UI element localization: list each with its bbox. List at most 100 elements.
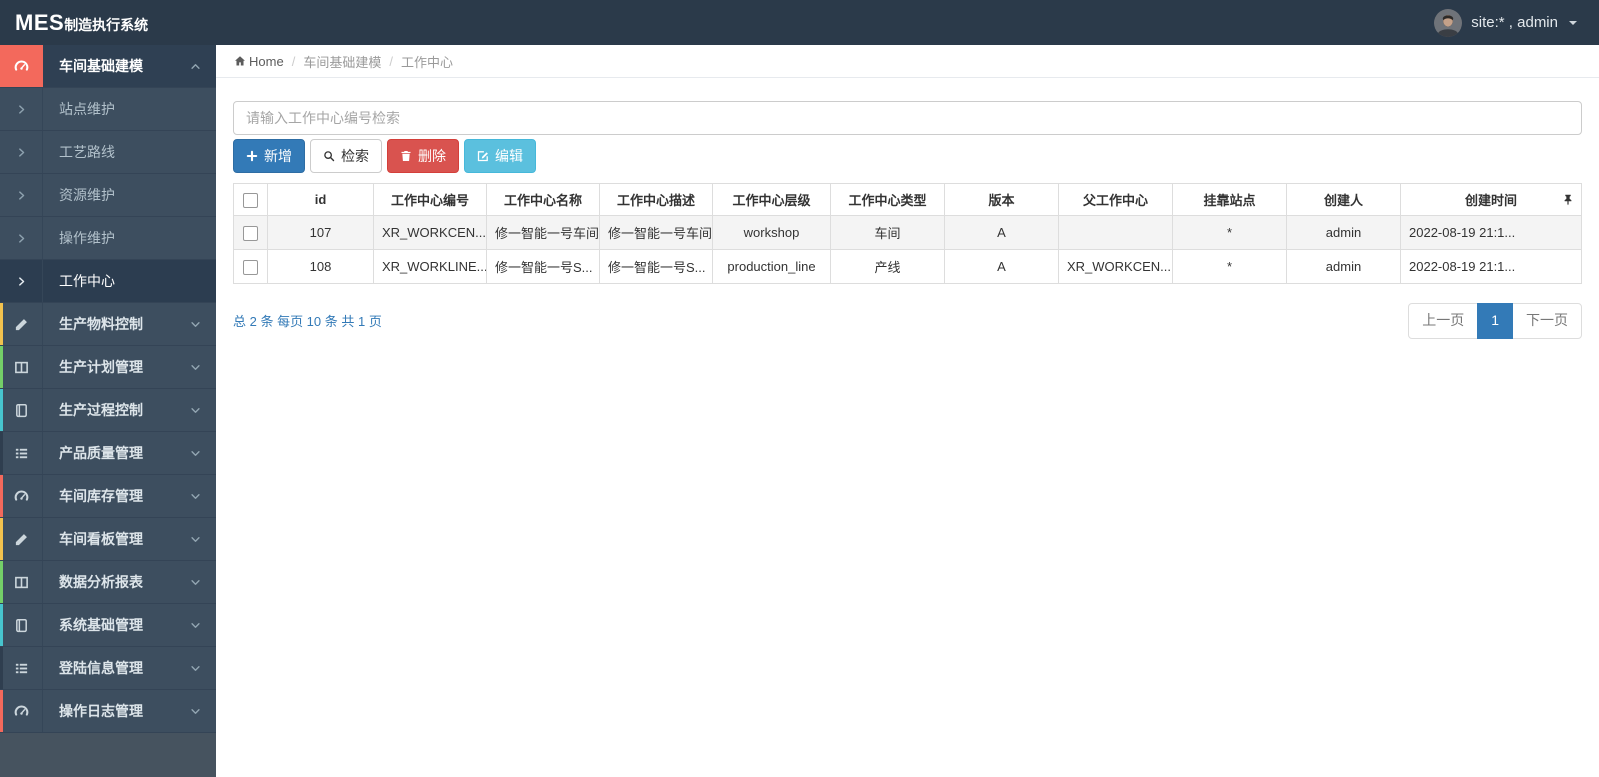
sidebar-group-workshop-modeling[interactable]: 车间基础建模 xyxy=(0,45,216,88)
pagination-bar: 总 2 条 每页 10 条 共 1 页 上一页 1 下一页 xyxy=(233,303,1582,339)
columns-icon xyxy=(0,561,43,603)
sidebar-group-data-analysis[interactable]: 数据分析报表 xyxy=(0,561,216,604)
delete-button[interactable]: 删除 xyxy=(387,139,459,173)
sidebar-group-material-control[interactable]: 生产物料控制 xyxy=(0,303,216,346)
list-icon xyxy=(0,432,43,474)
group-color-strip xyxy=(0,518,3,560)
sidebar-item-operation-maintenance[interactable]: 操作维护 xyxy=(0,217,216,260)
sidebar-group-label: 生产过程控制 xyxy=(59,402,143,418)
group-color-strip xyxy=(0,432,3,474)
cell-id: 107 xyxy=(267,215,374,250)
cell-type: 车间 xyxy=(830,215,945,250)
sidebar-group-label: 车间库存管理 xyxy=(59,488,143,504)
prev-page-button[interactable]: 上一页 xyxy=(1408,303,1479,339)
delete-button-label: 删除 xyxy=(418,148,446,164)
breadcrumb-section-link[interactable]: 车间基础建模 xyxy=(303,52,381,71)
user-menu[interactable]: site:* , admin xyxy=(1434,8,1599,37)
search-button[interactable]: 检索 xyxy=(310,139,382,173)
breadcrumb-current: 工作中心 xyxy=(400,54,453,70)
toolbar: 新增 检索 删除 编辑 xyxy=(233,139,1582,173)
cell-name: 修一智能一号S... xyxy=(486,249,600,284)
edit-button-label: 编辑 xyxy=(495,148,523,164)
edit-icon xyxy=(477,150,489,162)
sidebar-group-process-control[interactable]: 生产过程控制 xyxy=(0,389,216,432)
column-header-creator: 创建人 xyxy=(1286,183,1401,216)
app-logo[interactable]: MES制造执行系统 xyxy=(0,10,216,36)
app-logo-bold: MES xyxy=(15,9,65,35)
sidebar-group-label: 系统基础管理 xyxy=(59,617,143,633)
select-all-checkbox[interactable] xyxy=(243,192,258,208)
column-header-code: 工作中心编号 xyxy=(373,183,487,216)
sidebar-group-label: 登陆信息管理 xyxy=(59,660,143,676)
cell-parent: XR_WORKCEN... xyxy=(1058,249,1173,284)
home-icon xyxy=(234,55,246,67)
breadcrumb: Home / 车间基础建模 / 工作中心 xyxy=(216,45,1599,78)
cell-creator: admin xyxy=(1286,249,1401,284)
select-all-header-cell xyxy=(233,183,268,216)
row-checkbox[interactable] xyxy=(243,259,258,275)
group-color-strip xyxy=(0,303,3,345)
cell-level: production_line xyxy=(712,249,831,284)
cell-site: * xyxy=(1172,249,1287,284)
page-1-button[interactable]: 1 xyxy=(1477,303,1513,339)
sidebar: 车间基础建模 站点维护 工艺路线 资源维护 操作维护 工作中心 生产物料控制 生… xyxy=(0,45,216,777)
row-checkbox[interactable] xyxy=(243,225,258,241)
group-color-strip xyxy=(0,561,3,603)
app-logo-rest: 制造执行系统 xyxy=(64,16,149,33)
user-label: site:* , admin xyxy=(1471,14,1558,31)
sidebar-group-system-management[interactable]: 系统基础管理 xyxy=(0,604,216,647)
sidebar-item-work-center[interactable]: 工作中心 xyxy=(0,260,216,303)
main-area: Home / 车间基础建模 / 工作中心 新增 检索 删除 编辑 xyxy=(216,45,1599,777)
sidebar-group-kanban-management[interactable]: 车间看板管理 xyxy=(0,518,216,561)
sidebar-item-process-route[interactable]: 工艺路线 xyxy=(0,131,216,174)
breadcrumb-separator: / xyxy=(389,53,393,69)
table-row[interactable]: 107 XR_WORKCEN... 修一智能一号车间 修一智能一号车间 work… xyxy=(233,215,1582,250)
table-row[interactable]: 108 XR_WORKLINE... 修一智能一号S... 修一智能一号S...… xyxy=(233,249,1582,284)
chevron-right-icon xyxy=(0,260,43,302)
pencil-icon xyxy=(0,303,43,345)
cell-creator: admin xyxy=(1286,215,1401,250)
sidebar-group-plan-management[interactable]: 生产计划管理 xyxy=(0,346,216,389)
chevron-right-icon xyxy=(0,88,43,130)
trash-icon xyxy=(400,150,412,162)
dashboard-icon xyxy=(0,475,43,517)
breadcrumb-separator: / xyxy=(291,53,296,69)
cell-id: 108 xyxy=(267,249,374,284)
chevron-down-icon xyxy=(190,690,216,732)
pin-icon[interactable] xyxy=(1562,194,1574,206)
column-header-name: 工作中心名称 xyxy=(486,183,600,216)
chevron-down-icon xyxy=(190,604,216,646)
cell-code: XR_WORKLINE... xyxy=(373,249,487,284)
column-header-level: 工作中心层级 xyxy=(712,183,831,216)
work-center-table: id 工作中心编号 工作中心名称 工作中心描述 工作中心层级 工作中心类型 版本… xyxy=(233,183,1582,284)
sidebar-group-quality-management[interactable]: 产品质量管理 xyxy=(0,432,216,475)
row-checkbox-cell xyxy=(233,249,268,284)
group-color-strip xyxy=(0,389,3,431)
sidebar-filler xyxy=(0,733,216,777)
sidebar-group-label: 生产物料控制 xyxy=(59,316,143,332)
column-header-id: id xyxy=(267,183,374,216)
group-color-strip xyxy=(0,690,3,732)
add-button[interactable]: 新增 xyxy=(233,139,305,173)
chevron-down-icon xyxy=(190,475,216,517)
sidebar-group-operation-log[interactable]: 操作日志管理 xyxy=(0,690,216,733)
next-page-button[interactable]: 下一页 xyxy=(1512,303,1582,339)
sidebar-item-label: 资源维护 xyxy=(59,187,115,203)
cell-version: A xyxy=(944,215,1059,250)
sidebar-item-resource-maintenance[interactable]: 资源维护 xyxy=(0,174,216,217)
sidebar-item-site-maintenance[interactable]: 站点维护 xyxy=(0,88,216,131)
edit-button[interactable]: 编辑 xyxy=(464,139,536,173)
chevron-up-icon xyxy=(190,45,216,87)
columns-icon xyxy=(0,346,43,388)
list-icon xyxy=(0,647,43,689)
search-input[interactable] xyxy=(233,101,1582,135)
dashboard-icon xyxy=(0,45,43,87)
sidebar-group-login-info[interactable]: 登陆信息管理 xyxy=(0,647,216,690)
column-header-description: 工作中心描述 xyxy=(599,183,713,216)
breadcrumb-home-link[interactable]: Home xyxy=(234,54,284,69)
chevron-down-icon xyxy=(190,389,216,431)
chevron-down-icon xyxy=(190,561,216,603)
chevron-down-icon xyxy=(190,346,216,388)
sidebar-group-inventory-management[interactable]: 车间库存管理 xyxy=(0,475,216,518)
search-button-label: 检索 xyxy=(341,148,369,164)
